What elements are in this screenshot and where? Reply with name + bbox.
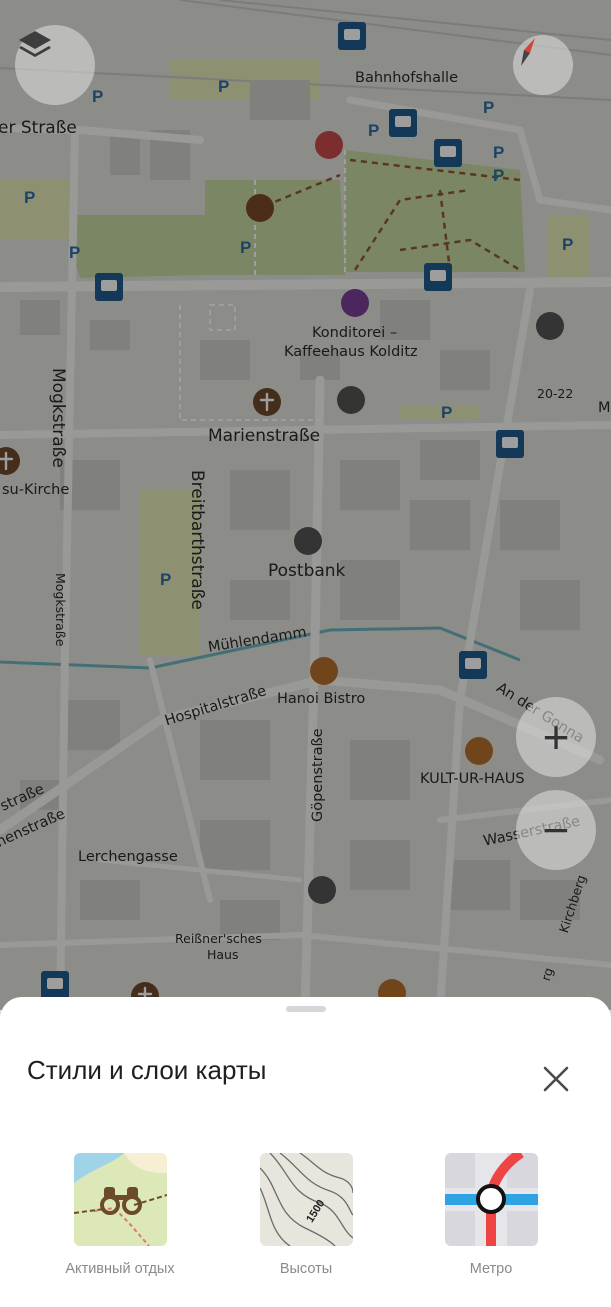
sheet-title: Стили и слои карты bbox=[27, 1055, 267, 1085]
close-button[interactable] bbox=[536, 1059, 576, 1099]
compass-icon bbox=[521, 38, 535, 66]
metro-icon bbox=[444, 1153, 538, 1246]
layer-active-recreation[interactable]: Активный отдых bbox=[40, 1153, 200, 1277]
map-dim-overlay bbox=[0, 0, 611, 1010]
elevation-thumbnail: 1500 bbox=[259, 1153, 353, 1246]
layer-metro[interactable]: Метро bbox=[411, 1153, 571, 1277]
map-view[interactable]: er Straße Mogkstraße Mogkstraße Marienst… bbox=[0, 0, 611, 1010]
contour-lines-icon: 1500 bbox=[259, 1153, 353, 1246]
zoom-out-button[interactable]: − bbox=[516, 790, 596, 870]
close-icon bbox=[543, 1066, 569, 1092]
layers-icon bbox=[19, 31, 51, 57]
layer-elevation[interactable]: 1500 Высоты bbox=[226, 1153, 386, 1277]
layer-label: Метро bbox=[469, 1261, 513, 1277]
zoom-in-button[interactable]: + bbox=[516, 697, 596, 777]
layers-button[interactable] bbox=[15, 25, 95, 105]
layer-label: Высоты bbox=[279, 1261, 333, 1277]
compass-button[interactable] bbox=[513, 35, 573, 95]
active-recreation-thumbnail bbox=[73, 1153, 167, 1246]
metro-thumbnail bbox=[444, 1153, 538, 1246]
minus-icon: − bbox=[542, 804, 570, 856]
plus-icon: + bbox=[542, 711, 570, 763]
map-styles-sheet: Стили и слои карты Активный отдых 1500 В… bbox=[0, 997, 611, 1307]
sheet-drag-handle[interactable] bbox=[286, 1006, 326, 1012]
binoculars-icon bbox=[73, 1153, 167, 1246]
layer-label: Активный отдых bbox=[65, 1261, 175, 1277]
